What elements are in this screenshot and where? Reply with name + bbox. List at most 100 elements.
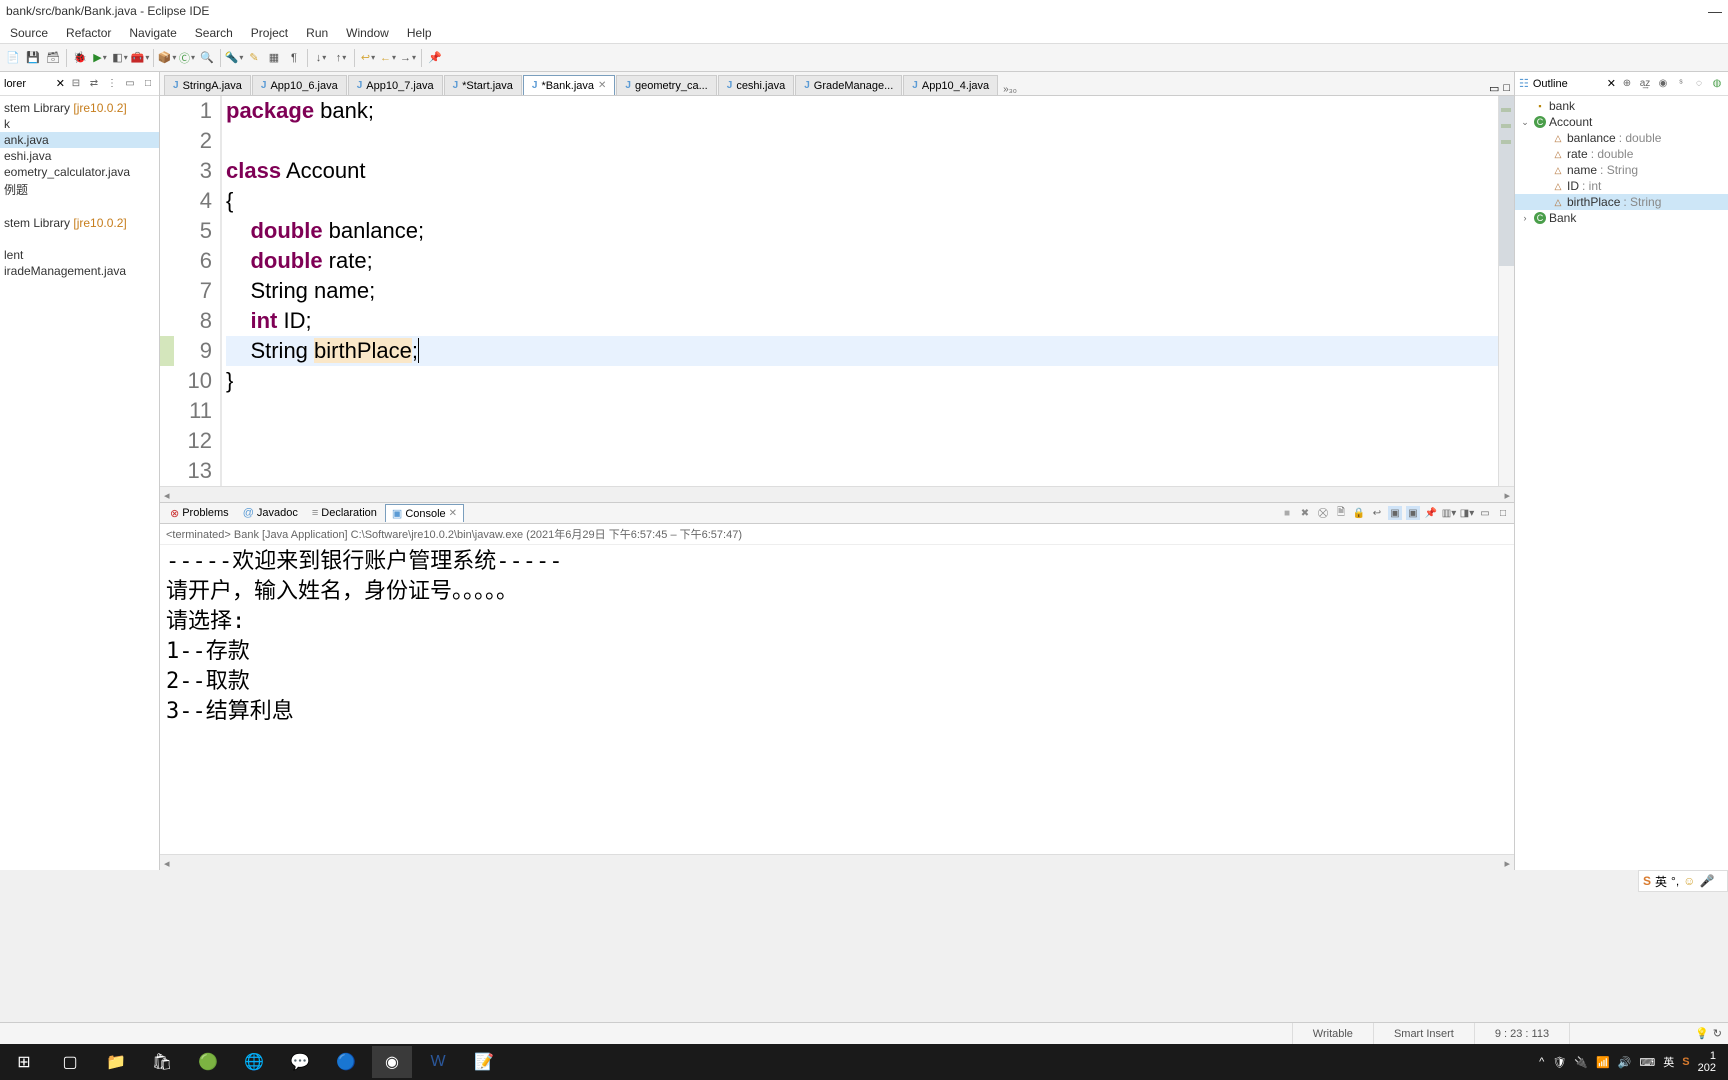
explorer-item[interactable]: eometry_calculator.java: [0, 164, 159, 180]
last-edit-icon[interactable]: ↩: [359, 49, 377, 67]
tab-declaration[interactable]: ≡Declaration: [306, 504, 383, 522]
editor-tab[interactable]: JApp10_7.java: [348, 75, 443, 95]
sort-icon[interactable]: a͢z: [1638, 77, 1652, 91]
menu-run[interactable]: Run: [300, 24, 334, 42]
scroll-left-icon[interactable]: ◂: [164, 857, 170, 870]
editor-tab[interactable]: J*Bank.java✕: [523, 75, 616, 95]
minimize-icon[interactable]: —: [1708, 3, 1722, 19]
remove-all-icon[interactable]: ⛒: [1316, 506, 1330, 520]
chrome-icon[interactable]: 🌐: [234, 1046, 274, 1078]
hide-local-icon[interactable]: ◍: [1710, 77, 1724, 91]
explorer-tree[interactable]: stem Library [jre10.0.2]kank.javaeshi.ja…: [0, 96, 159, 870]
explorer-item[interactable]: stem Library [jre10.0.2]: [0, 100, 159, 116]
outline-item[interactable]: △banlance : double: [1515, 130, 1728, 146]
forward-icon[interactable]: →: [399, 49, 417, 67]
close-view-icon[interactable]: ✕: [56, 77, 65, 90]
menu-help[interactable]: Help: [401, 24, 438, 42]
menu-source[interactable]: Source: [4, 24, 54, 42]
explorer-item[interactable]: 例题: [0, 180, 159, 199]
tray-defender-icon[interactable]: 🛡: [1552, 1056, 1566, 1069]
minimize-view-icon[interactable]: ▭: [123, 77, 137, 91]
console-output[interactable]: -----欢迎来到银行账户管理系统----- 请开户，输入姓名，身份证号。。。。…: [160, 545, 1514, 854]
tab-problems[interactable]: ⊗Problems: [164, 504, 235, 522]
updates-icon[interactable]: ↻: [1713, 1027, 1722, 1040]
store-icon[interactable]: 🛍: [142, 1046, 182, 1078]
explorer-item[interactable]: lent: [0, 247, 159, 263]
coverage-icon[interactable]: ◧: [111, 49, 129, 67]
new-package-icon[interactable]: 📦: [158, 49, 176, 67]
maximize-view-icon[interactable]: □: [141, 77, 155, 91]
menu-refactor[interactable]: Refactor: [60, 24, 117, 42]
close-outline-icon[interactable]: ✕: [1607, 77, 1616, 90]
scroll-right-icon[interactable]: ▸: [1504, 857, 1510, 870]
eclipse-icon[interactable]: ◉: [372, 1046, 412, 1078]
code-text[interactable]: package bank;class Account{ double banla…: [222, 96, 1498, 486]
outline-tree[interactable]: ▪bank⌄CAccount△banlance : double△rate : …: [1515, 96, 1728, 870]
outline-item[interactable]: △rate : double: [1515, 146, 1728, 162]
show-on-stdout-icon[interactable]: ▣: [1388, 506, 1402, 520]
scroll-right-icon[interactable]: ▸: [1504, 489, 1510, 502]
debug-icon[interactable]: 🐞: [71, 49, 89, 67]
tab-console[interactable]: ▣Console✕: [385, 504, 464, 522]
editor-tab[interactable]: JStringA.java: [164, 75, 251, 95]
new-icon[interactable]: 📄: [4, 49, 22, 67]
hide-static-icon[interactable]: ˢ: [1674, 77, 1688, 91]
outline-item[interactable]: △ID : int: [1515, 178, 1728, 194]
search-icon[interactable]: 🔦: [225, 49, 243, 67]
outline-item[interactable]: ›CBank: [1515, 210, 1728, 226]
pin-console-icon[interactable]: 📌: [1424, 506, 1438, 520]
menu-project[interactable]: Project: [245, 24, 294, 42]
toggle-mark-icon[interactable]: ✎: [245, 49, 263, 67]
min-editor-icon[interactable]: ▭: [1489, 82, 1499, 95]
system-tray[interactable]: ^ 🛡 🔌 📶 🔊 ⌨ 英 S 1 202: [1531, 1050, 1724, 1074]
link-editor-icon[interactable]: ⇄: [87, 77, 101, 91]
stop-icon[interactable]: ■: [1280, 506, 1294, 520]
max-bottom-icon[interactable]: □: [1496, 506, 1510, 520]
toggle-block-icon[interactable]: ▦: [265, 49, 283, 67]
ext-tools-icon[interactable]: 🧰: [131, 49, 149, 67]
back-icon[interactable]: ←: [379, 49, 397, 67]
explorer-item[interactable]: eshi.java: [0, 148, 159, 164]
tab-javadoc[interactable]: @Javadoc: [237, 504, 304, 522]
word-icon[interactable]: W: [418, 1046, 458, 1078]
editor-tab[interactable]: JGradeManage...: [795, 75, 902, 95]
open-console-icon[interactable]: ◨▾: [1460, 506, 1474, 520]
collapse-all-icon[interactable]: ⊟: [69, 77, 83, 91]
code-editor[interactable]: 12345678910111213 package bank;class Acc…: [160, 96, 1514, 486]
close-tab-icon[interactable]: ✕: [449, 508, 457, 519]
tip-icon[interactable]: 💡: [1695, 1027, 1709, 1040]
view-menu-icon[interactable]: ⋮: [105, 77, 119, 91]
console-scrollbar-h[interactable]: ◂ ▸: [160, 854, 1514, 870]
outline-item[interactable]: △name : String: [1515, 162, 1728, 178]
show-whitespace-icon[interactable]: ¶: [285, 49, 303, 67]
app-blue-icon[interactable]: 🔵: [326, 1046, 366, 1078]
outline-item[interactable]: △birthPlace : String: [1515, 194, 1728, 210]
outline-item[interactable]: ⌄CAccount: [1515, 114, 1728, 130]
hide-nonpublic-icon[interactable]: ◌: [1692, 77, 1706, 91]
close-tab-icon[interactable]: ✕: [598, 80, 606, 91]
outline-item[interactable]: ▪bank: [1515, 98, 1728, 114]
save-all-icon[interactable]: 🗃: [44, 49, 62, 67]
explorer-item[interactable]: ank.java: [0, 132, 159, 148]
show-on-stderr-icon[interactable]: ▣: [1406, 506, 1420, 520]
open-type-icon[interactable]: 🔍: [198, 49, 216, 67]
tray-up-icon[interactable]: ^: [1539, 1056, 1544, 1068]
editor-tab[interactable]: JApp10_4.java: [903, 75, 998, 95]
explorer-item[interactable]: iradeManagement.java: [0, 263, 159, 279]
notes-icon[interactable]: 📝: [464, 1046, 504, 1078]
explorer-item[interactable]: stem Library [jre10.0.2]: [0, 215, 159, 231]
hide-fields-icon[interactable]: ◉: [1656, 77, 1670, 91]
menu-search[interactable]: Search: [189, 24, 239, 42]
max-editor-icon[interactable]: □: [1503, 82, 1510, 95]
edge-icon[interactable]: 🟢: [188, 1046, 228, 1078]
scroll-lock-icon[interactable]: 🔒: [1352, 506, 1366, 520]
scroll-left-icon[interactable]: ◂: [164, 489, 170, 502]
prev-annotation-icon[interactable]: ↑: [332, 49, 350, 67]
task-view-icon[interactable]: ▢: [50, 1046, 90, 1078]
ime-panel[interactable]: S 英 °, ☺ 🎤: [1638, 870, 1728, 892]
start-icon[interactable]: ⊞: [4, 1046, 44, 1078]
menu-window[interactable]: Window: [340, 24, 395, 42]
file-explorer-icon[interactable]: 📁: [96, 1046, 136, 1078]
overview-ruler[interactable]: [1498, 96, 1514, 486]
run-icon[interactable]: ▶: [91, 49, 109, 67]
